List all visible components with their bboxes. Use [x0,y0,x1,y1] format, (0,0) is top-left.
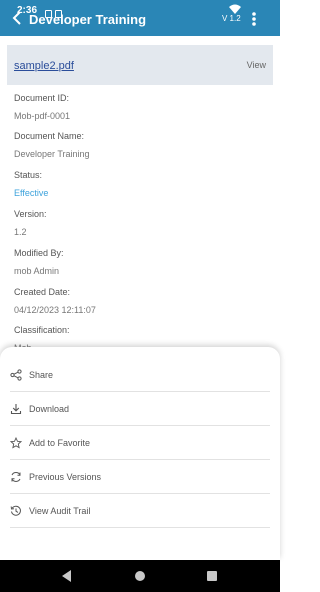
app-bar: 2:36 Developer Training V 1.2 [0,0,280,36]
version-tag: V 1.2 [222,14,241,23]
nav-back-icon[interactable] [62,570,72,582]
add-to-favorite-label: Add to Favorite [29,438,91,448]
more-options-icon[interactable] [247,9,261,29]
field-label: Document ID: [14,93,70,103]
field-status: Status: Effective [14,170,48,198]
field-value: Mob-pdf-0001 [14,111,71,121]
page-title: Developer Training [29,12,147,27]
field-label: Created Date: [14,287,71,297]
share-button[interactable]: Share [10,358,270,392]
field-value: mob Admin [14,266,60,276]
field-value: Developer Training [14,149,90,159]
nav-home-icon[interactable] [135,571,145,581]
view-button[interactable]: View [247,60,266,70]
field-label: Document Name: [14,131,85,141]
add-to-favorite-button[interactable]: Add to Favorite [10,426,270,460]
wifi-icon [229,4,241,14]
download-button[interactable]: Download [10,392,270,426]
field-document-id: Document ID: Mob-pdf-0001 [14,93,70,121]
field-label: Classification: [14,325,70,335]
status-value: Effective [14,188,49,198]
field-value: 04/12/2023 12:11:07 [14,305,96,315]
system-navigation-bar [0,560,280,592]
view-audit-trail-button[interactable]: View Audit Trail [10,494,270,528]
actions-bottom-sheet: Share Download Add to Favorite Previous … [0,347,280,560]
nav-recents-icon[interactable] [207,571,217,581]
field-created-date: Created Date: 04/12/2023 12:11:07 [14,287,96,315]
share-label: Share [29,370,54,380]
field-label: Status: [14,170,43,180]
field-label: Modified By: [14,248,64,258]
field-value: 1.2 [14,227,27,237]
share-icon [10,369,22,381]
star-icon [10,437,22,449]
field-version: Version: 1.2 [14,209,47,237]
download-icon [10,404,22,415]
file-card: sample2.pdf View [7,45,273,85]
previous-versions-label: Previous Versions [29,472,102,482]
field-label: Version: [14,209,47,219]
view-audit-trail-label: View Audit Trail [29,506,91,516]
file-link[interactable]: sample2.pdf [14,60,74,72]
field-document-name: Document Name: Developer Training [14,131,90,159]
field-modified-by: Modified By: mob Admin [14,248,64,276]
back-icon[interactable] [9,10,25,26]
history-icon [10,505,21,516]
previous-versions-button[interactable]: Previous Versions [10,460,270,494]
download-label: Download [29,404,70,414]
versions-icon [11,472,21,482]
